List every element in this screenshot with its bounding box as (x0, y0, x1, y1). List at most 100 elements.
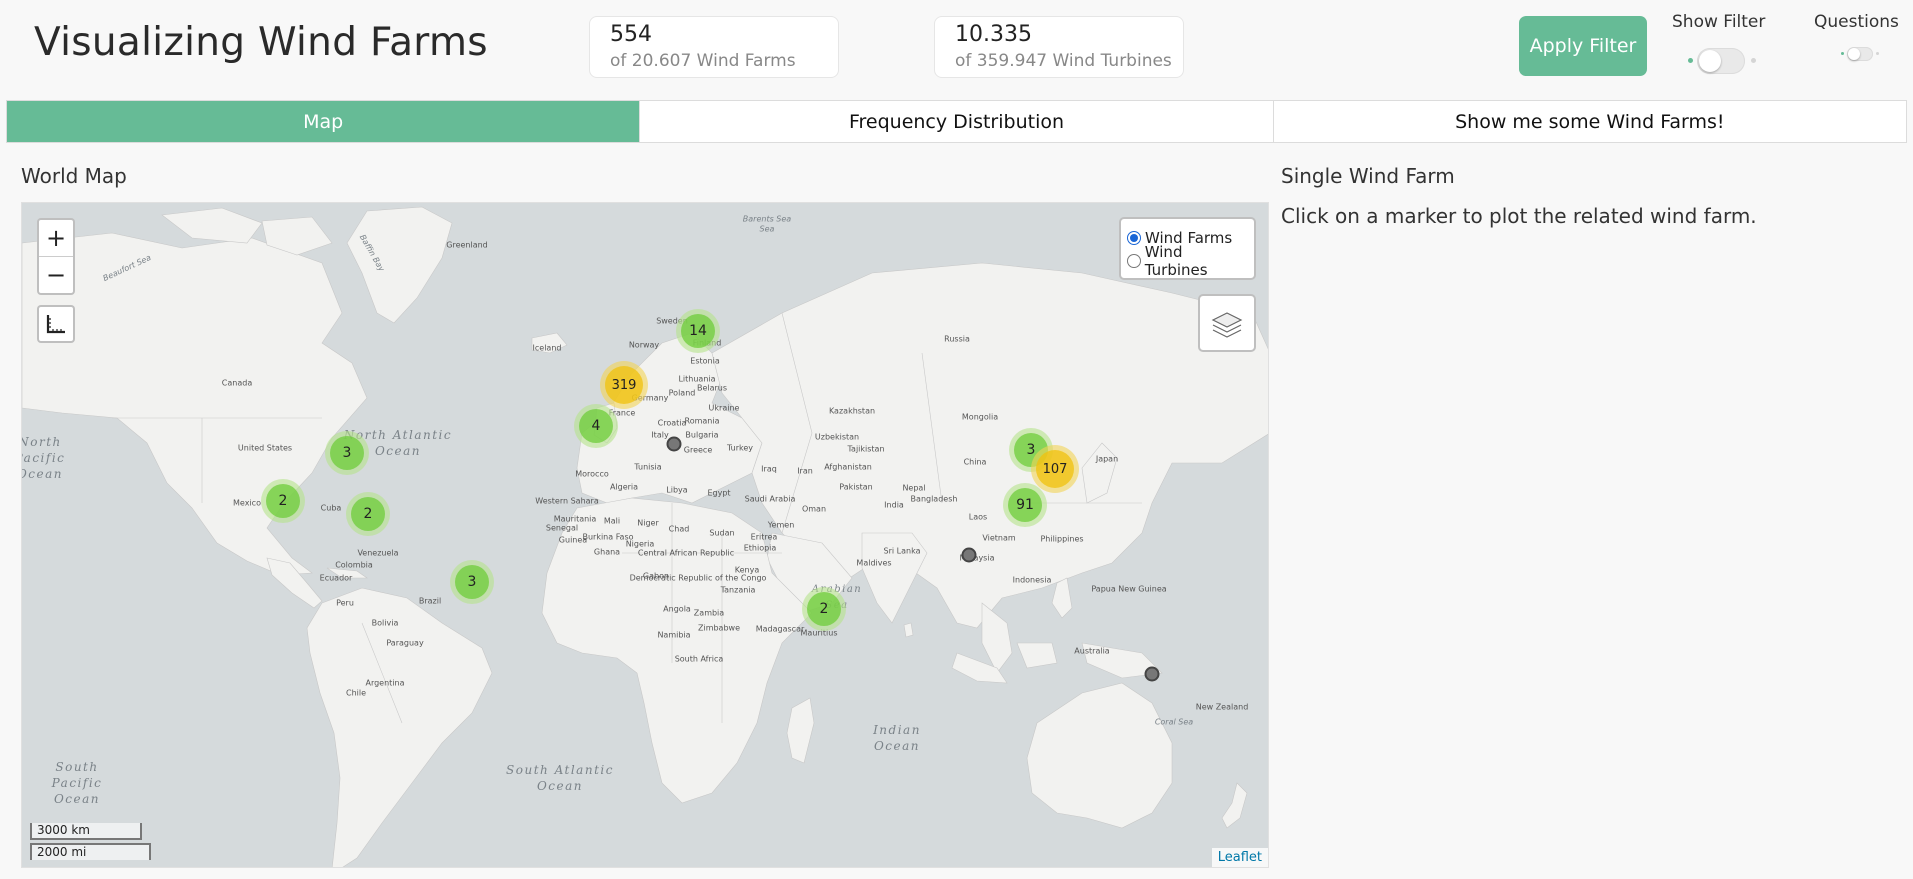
country-label: Uzbekistan (814, 432, 860, 442)
single-wind-farm-title: Single Wind Farm (1281, 164, 1455, 188)
country-label: India (884, 500, 904, 510)
radio-unselected-icon (1127, 253, 1141, 268)
leaflet-attribution-link[interactable]: Leaflet (1211, 848, 1268, 867)
country-label: Lithuania (678, 374, 716, 384)
country-label: Laos (968, 512, 988, 522)
app-title: Visualizing Wind Farms (34, 20, 488, 65)
wind-turbines-option[interactable]: Wind Turbines (1127, 243, 1248, 279)
country-label: Italy (651, 430, 669, 440)
wind-farm-cluster-marker[interactable]: 3 (450, 560, 494, 604)
country-label: Chile (345, 688, 367, 698)
country-label: Croatia (657, 418, 687, 428)
country-label: Zimbabwe (697, 623, 741, 633)
zoom-out-button[interactable]: − (39, 256, 73, 292)
country-label: Algeria (609, 482, 639, 492)
wind-farm-cluster-marker[interactable]: 4 (574, 404, 618, 448)
cluster-count: 4 (579, 409, 613, 443)
sea-label: Sea (759, 224, 775, 234)
country-label: Tunisia (634, 462, 662, 472)
country-label: Philippines (1040, 534, 1084, 544)
wind-farms-count: 554 (610, 22, 652, 47)
wind-farms-total: of 20.607 Wind Farms (610, 51, 796, 71)
zoom-in-button[interactable]: + (39, 220, 73, 256)
country-label: Ghana (593, 547, 621, 557)
country-label: Mexico (233, 498, 261, 508)
country-label: Ethiopia (743, 543, 777, 553)
measure-button[interactable] (37, 305, 75, 343)
country-label: Papua New Guinea (1091, 584, 1167, 594)
detail-hint: Click on a marker to plot the related wi… (1281, 204, 1757, 228)
wind-farm-cluster-marker[interactable]: 3 (325, 431, 369, 475)
country-label: Colombia (335, 560, 373, 570)
country-label: Argentina (365, 678, 405, 688)
country-label: Tajikistan (847, 444, 885, 454)
country-label: Indonesia (1012, 575, 1052, 585)
ocean-label: South Atlantic Ocean (506, 763, 614, 793)
country-label: Nepal (902, 483, 926, 493)
wind-farm-marker[interactable] (1144, 666, 1160, 682)
country-label: Mauritania (553, 514, 597, 524)
ocean-label: North Pacific Ocean (21, 435, 66, 481)
country-label: United States (237, 443, 293, 453)
wind-farm-cluster-marker[interactable]: 14 (676, 309, 720, 353)
tab-show-wind-farms[interactable]: Show me some Wind Farms! (1272, 101, 1906, 142)
country-label: Namibia (657, 630, 691, 640)
country-label: Angola (663, 604, 691, 614)
country-label: New Zealand (1195, 702, 1249, 712)
show-filter-toggle[interactable] (1697, 48, 1745, 74)
country-label: Western Sahara (535, 496, 599, 506)
country-label: Pakistan (839, 482, 873, 492)
country-label: Bangladesh (910, 494, 958, 504)
wind-farm-cluster-marker[interactable]: 2 (802, 587, 846, 631)
country-label: Yemen (767, 520, 795, 530)
country-label: Estonia (690, 356, 720, 366)
questions-label: Questions (1814, 12, 1899, 32)
country-label: Afghanistan (824, 462, 872, 472)
country-label: Russia (944, 334, 970, 344)
wind-farm-marker[interactable] (961, 547, 977, 563)
cluster-count: 14 (681, 314, 715, 348)
scale-bar-mi: 2000 mi (30, 843, 151, 860)
country-label: Sri Lanka (883, 546, 921, 556)
country-label: Libya (666, 485, 688, 495)
world-map[interactable]: North Atlantic Ocean South Atlantic Ocea… (21, 202, 1269, 868)
country-label: Mali (603, 516, 621, 526)
country-label: Eritrea (750, 532, 778, 542)
toggle-knob (1848, 48, 1860, 60)
show-filter-label: Show Filter (1672, 12, 1766, 32)
wind-farm-cluster-marker[interactable]: 2 (261, 479, 305, 523)
wind-farm-cluster-marker[interactable]: 107 (1031, 445, 1079, 493)
layers-button[interactable] (1198, 294, 1256, 352)
wind-farm-cluster-marker[interactable]: 91 (1003, 483, 1047, 527)
ocean-label: Indian Ocean (873, 723, 921, 753)
cluster-count: 2 (351, 497, 385, 531)
country-label: Norway (628, 340, 660, 350)
sea-label: Coral Sea (1154, 717, 1194, 727)
country-label: Chad (668, 524, 690, 534)
wind-farm-cluster-marker[interactable]: 319 (600, 361, 648, 409)
country-label: Morocco (575, 469, 609, 479)
country-label: Oman (801, 504, 827, 514)
tab-map[interactable]: Map (7, 101, 640, 142)
apply-filter-button[interactable]: Apply Filter (1519, 16, 1647, 76)
country-label: Senegal (545, 523, 579, 533)
wind-farm-cluster-marker[interactable]: 2 (346, 492, 390, 536)
layer-type-selector: Wind Farms Wind Turbines (1119, 217, 1256, 280)
toggle-knob (1699, 50, 1721, 72)
country-label: Bolivia (371, 618, 399, 628)
wind-farm-marker[interactable] (666, 436, 682, 452)
ocean-label: South Pacific Ocean (51, 760, 103, 806)
country-label: Poland (668, 388, 696, 398)
country-label: Iceland (532, 343, 562, 353)
cluster-count: 3 (455, 565, 489, 599)
cluster-count: 2 (807, 592, 841, 626)
country-label: Brazil (418, 596, 442, 606)
country-label: Kazakhstan (828, 406, 876, 416)
questions-toggle[interactable] (1847, 47, 1873, 61)
tab-frequency-distribution[interactable]: Frequency Distribution (639, 101, 1272, 142)
tab-bar: Map Frequency Distribution Show me some … (6, 100, 1907, 143)
country-label: Australia (1074, 646, 1110, 656)
country-label: Madagascar (755, 624, 805, 634)
world-map-title: World Map (21, 164, 127, 188)
wind-turbines-option-label: Wind Turbines (1144, 242, 1208, 279)
